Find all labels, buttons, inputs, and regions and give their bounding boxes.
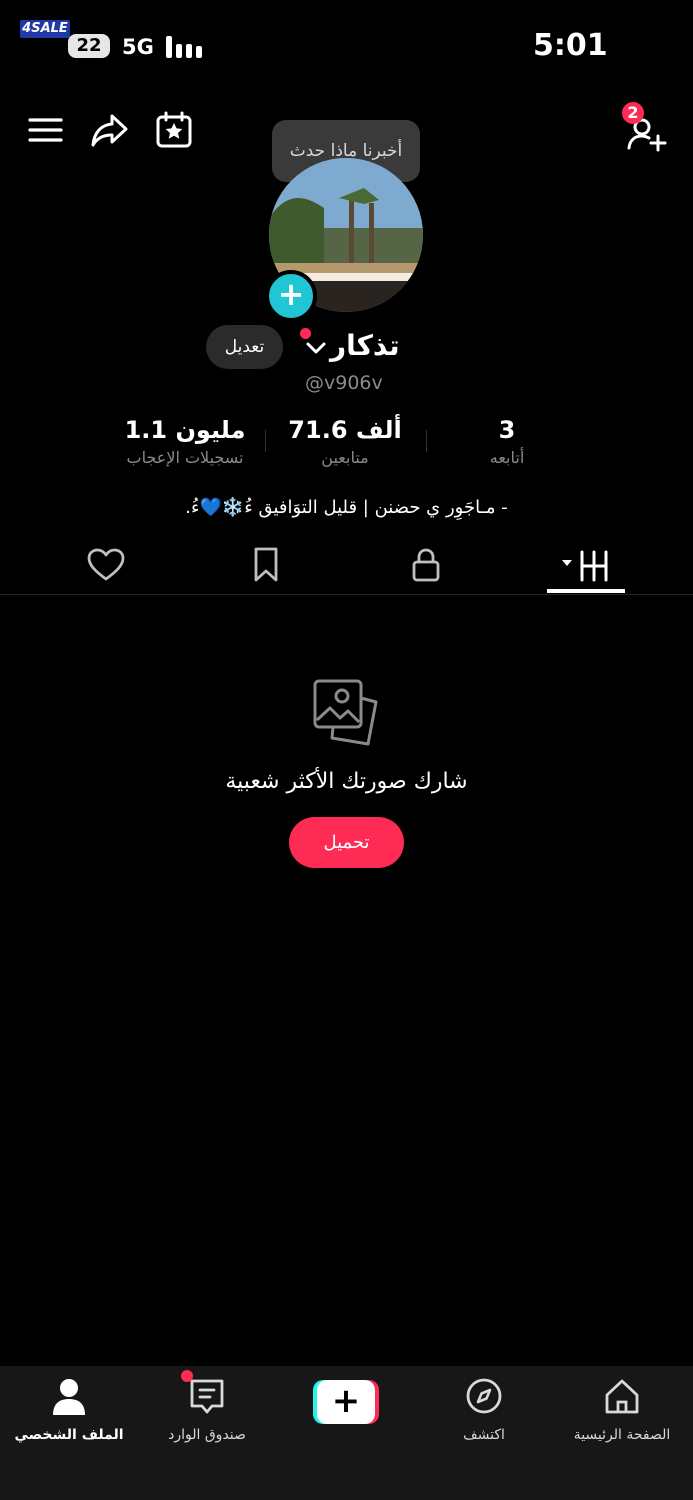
compass-icon [466, 1378, 502, 1414]
chevron-down-icon[interactable] [304, 338, 328, 358]
photo-icon [312, 678, 382, 748]
battery-indicator: 22 [68, 34, 110, 58]
followers-stat[interactable]: 71.6 ألف متابعين [260, 414, 430, 470]
likes-label: تسجيلات الإعجاب [126, 448, 244, 467]
nav-discover-label: اكتشف [463, 1427, 505, 1443]
notification-badge: 2 [622, 102, 644, 124]
following-stat[interactable]: 3 أتابعه [422, 414, 592, 470]
watermark-logo: 4SALE [20, 20, 70, 38]
followers-count: 71.6 ألف [288, 416, 402, 444]
tab-private[interactable] [403, 542, 449, 588]
likes-count: 1.1 مليون [124, 416, 246, 444]
status-time: 5:01 [533, 28, 608, 63]
bottom-navigation: الملف الشخصي صندوق الوارد + اكتشف الصفحة… [0, 1366, 693, 1500]
add-avatar-button[interactable]: + [265, 270, 317, 322]
profile-name[interactable]: تذكار [330, 326, 400, 366]
tab-favorites[interactable] [243, 542, 289, 588]
nav-home[interactable]: الصفحة الرئيسية [553, 1376, 691, 1446]
menu-icon[interactable] [24, 108, 68, 152]
empty-state-title: شارك صورتك الأكثر شعبية [225, 769, 468, 794]
profile-tabs [0, 536, 693, 595]
inbox-notification-dot [181, 1370, 193, 1382]
tab-videos[interactable] [562, 542, 618, 588]
home-icon [605, 1379, 639, 1414]
network-type: 5G [122, 35, 154, 59]
active-tab-indicator [547, 589, 625, 593]
profile-bio: - مـاجَوِر ي حضنن | قليل التوَافيق ءُ❄️💙… [185, 497, 508, 518]
nav-profile[interactable]: الملف الشخصي [0, 1376, 138, 1446]
tab-liked[interactable] [83, 542, 129, 588]
profile-handle: @v906v [305, 372, 383, 394]
following-label: أتابعه [489, 448, 525, 467]
following-count: 3 [498, 416, 516, 444]
plus-icon: + [317, 1380, 375, 1424]
likes-stat: 1.1 مليون تسجيلات الإعجاب [100, 414, 270, 470]
nav-inbox-label: صندوق الوارد [168, 1427, 246, 1443]
edit-profile-button[interactable]: تعديل [206, 325, 283, 369]
create-button[interactable]: + [313, 1380, 379, 1424]
followers-label: متابعين [321, 448, 369, 467]
nav-home-label: الصفحة الرئيسية [573, 1427, 671, 1443]
share-icon[interactable] [88, 108, 132, 152]
upload-button[interactable]: تحميل [289, 817, 404, 868]
profile-icon [53, 1379, 85, 1415]
calendar-star-icon[interactable] [152, 108, 196, 152]
nav-profile-label: الملف الشخصي [14, 1427, 124, 1443]
signal-icon [166, 36, 204, 58]
inbox-icon [190, 1379, 224, 1414]
nav-discover[interactable]: اكتشف [415, 1376, 553, 1446]
nav-inbox[interactable]: صندوق الوارد [138, 1376, 276, 1446]
